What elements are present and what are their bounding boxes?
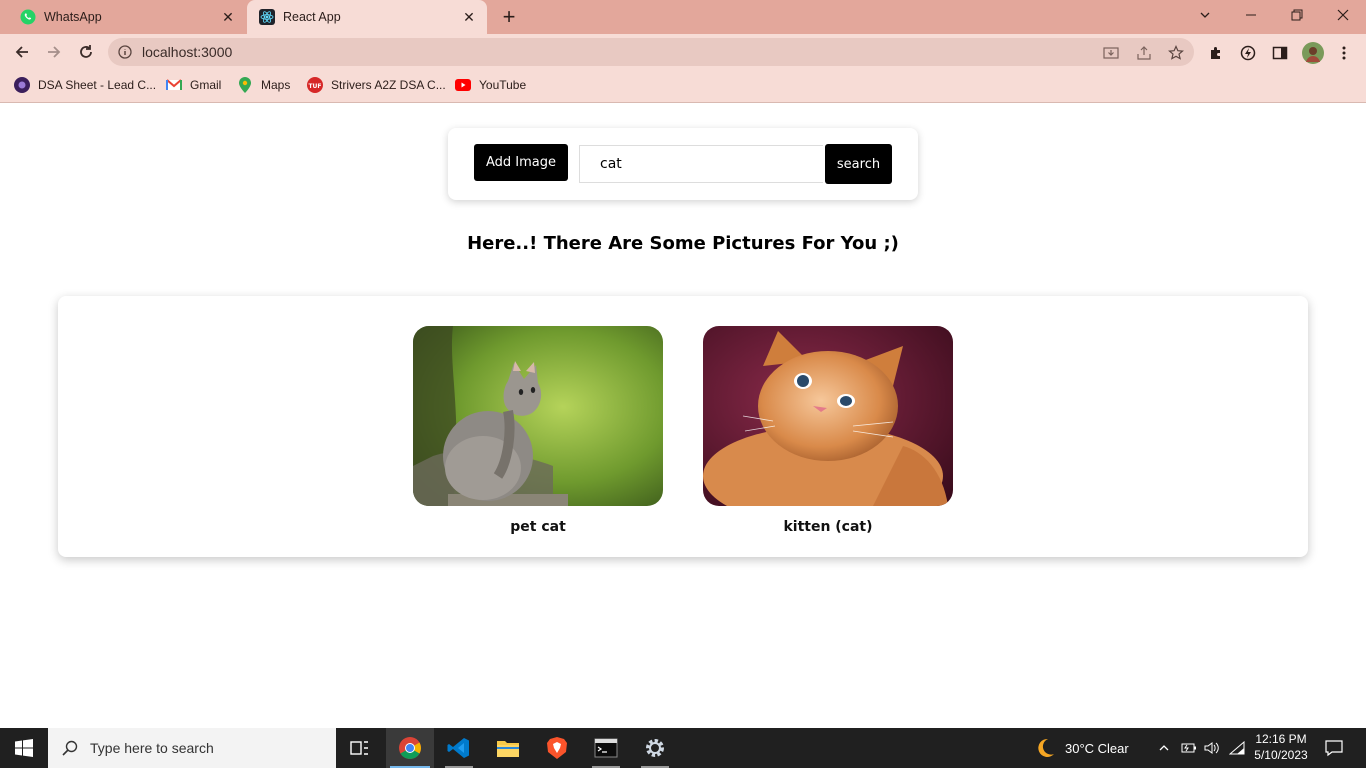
page-heading: Here..! There Are Some Pictures For You … [467,233,899,254]
install-app-icon[interactable] [1102,44,1120,62]
tab-title: WhatsApp [44,10,102,24]
settings-gear-icon[interactable] [631,728,679,768]
kitten-image [703,326,953,506]
bookmark-gmail[interactable]: Gmail [166,75,221,95]
forward-arrow-icon[interactable] [40,38,68,66]
side-panel-icon[interactable] [1270,43,1290,63]
address-bar[interactable] [108,38,1194,66]
reload-icon[interactable] [72,38,100,66]
gmail-icon [166,77,182,93]
tab-whatsapp[interactable]: WhatsApp ✕ [8,0,246,34]
task-view-icon[interactable] [336,728,384,768]
wifi-icon[interactable] [1228,739,1246,757]
bookmark-label: DSA Sheet - Lead C... [38,78,157,92]
strivers-icon: TUF [307,77,323,93]
site-info-icon[interactable] [118,45,132,59]
performance-icon[interactable] [1238,43,1258,63]
gallery-item[interactable]: kitten (cat) [703,326,953,535]
windows-taskbar: Type here to search 30°C Clear 12:16 PM … [0,728,1366,768]
terminal-icon[interactable] [582,728,630,768]
notification-icon[interactable] [1324,738,1344,758]
picture-caption: kitten (cat) [783,519,873,535]
picture-caption: pet cat [510,519,566,535]
clock-date: 5/10/2023 [1254,748,1308,762]
vscode-taskbar-icon[interactable] [435,728,483,768]
search-card: Add Image search [448,128,918,200]
taskbar-search-placeholder: Type here to search [90,740,214,756]
chevron-up-icon[interactable] [1155,739,1173,757]
close-icon[interactable]: ✕ [218,7,238,27]
bookmark-strivers[interactable]: TUF Strivers A2Z DSA C... [307,75,446,95]
taskbar-search-box[interactable]: Type here to search [48,728,336,768]
close-icon[interactable]: ✕ [459,7,479,27]
page-content: Add Image search Here..! There Are Some … [0,103,1366,728]
bookmark-label: Strivers A2Z DSA C... [331,78,446,92]
whatsapp-icon [20,9,36,25]
back-arrow-icon[interactable] [8,38,36,66]
bookmark-label: Maps [261,78,291,92]
taskbar-clock[interactable]: 12:16 PM 5/10/2023 [1248,731,1314,763]
extensions-puzzle-icon[interactable] [1206,43,1226,63]
chrome-taskbar-icon[interactable] [386,728,434,768]
clock-time: 12:16 PM [1255,732,1307,746]
bookmark-label: Gmail [190,78,222,92]
close-window-button[interactable] [1320,0,1366,30]
weather-moon-icon[interactable] [1034,737,1056,759]
image-gallery: pet cat kitten (cat) [58,296,1308,557]
bookmark-star-icon[interactable] [1167,44,1185,62]
search-icon [62,740,78,756]
pet-cat-image [413,326,663,506]
tab-title: React App [283,10,341,24]
address-text[interactable]: localhost:3000 [142,44,232,60]
brave-browser-icon[interactable] [533,728,581,768]
bookmark-youtube[interactable]: YouTube [455,75,526,95]
add-image-button[interactable]: Add Image [474,144,568,181]
svg-text:TUF: TUF [308,83,321,90]
minimize-button[interactable] [1228,0,1274,30]
windows-start-icon[interactable] [0,728,48,768]
gallery-item[interactable]: pet cat [413,326,663,535]
bookmark-label: YouTube [479,78,527,92]
tab-search-chevron-icon[interactable] [1182,0,1228,30]
volume-icon[interactable] [1203,739,1221,757]
youtube-icon [455,77,471,93]
search-input[interactable] [579,145,823,183]
bookmark-maps[interactable]: Maps [237,75,290,95]
react-icon [259,9,275,25]
dsa-sheet-icon [14,77,30,93]
share-icon[interactable] [1135,44,1153,62]
menu-kebab-icon[interactable] [1334,43,1354,63]
maps-pin-icon [237,77,253,93]
weather-text[interactable]: 30°C Clear [1065,728,1129,768]
tab-react-app[interactable]: React App ✕ [247,0,487,34]
new-tab-button[interactable]: + [497,4,521,29]
restore-button[interactable] [1274,0,1320,30]
battery-icon[interactable] [1180,739,1198,757]
profile-avatar[interactable] [1301,41,1325,65]
search-button[interactable]: search [825,144,892,184]
file-explorer-icon[interactable] [484,728,532,768]
bookmark-dsa-sheet[interactable]: DSA Sheet - Lead C... [14,75,156,95]
